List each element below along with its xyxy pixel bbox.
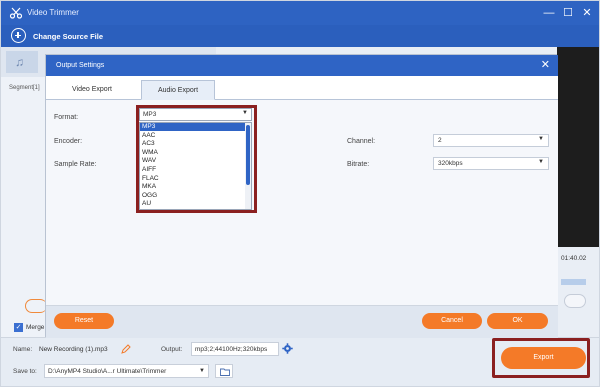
chevron-down-icon: ▼ — [538, 136, 544, 142]
format-option[interactable]: AIFF — [140, 166, 246, 174]
format-select[interactable]: MP3 ▼ — [139, 108, 252, 121]
format-selected-value: MP3 — [143, 111, 157, 118]
tab-audio-export[interactable]: Audio Export — [141, 80, 215, 100]
video-preview — [557, 47, 599, 247]
cancel-button[interactable]: Cancel — [422, 313, 482, 329]
close-icon[interactable]: ✕ — [579, 5, 595, 21]
channel-select[interactable]: 2 ▼ — [433, 134, 549, 147]
scrollbar-thumb[interactable] — [246, 125, 250, 185]
format-dropdown-list: MP3 AAC AC3 WMA WAV AIFF FLAC MKA OGG AU — [139, 122, 252, 210]
window-title: Video Trimmer — [27, 8, 79, 17]
tab-video-export[interactable]: Video Export — [52, 80, 132, 100]
bitrate-value: 320kbps — [438, 160, 463, 167]
format-option[interactable]: AAC — [140, 132, 246, 140]
output-settings-dialog: Output Settings ✕ Video Export Audio Exp… — [45, 54, 558, 338]
format-option[interactable]: AC3 — [140, 140, 246, 148]
export-button[interactable]: Export — [501, 347, 586, 369]
app-window: Video Trimmer — ☐ ✕ Change Source File ♫… — [0, 0, 600, 387]
maximize-icon[interactable]: ☐ — [560, 5, 576, 21]
background-button-left[interactable] — [25, 299, 47, 313]
bitrate-select[interactable]: 320kbps ▼ — [433, 157, 549, 170]
bitrate-label: Bitrate: — [347, 161, 370, 168]
sample-rate-label: Sample Rate: — [54, 161, 97, 168]
add-circle-icon[interactable] — [11, 28, 26, 43]
gear-icon[interactable] — [282, 343, 293, 354]
minimize-icon[interactable]: — — [541, 5, 557, 21]
name-value: New Recording (1).mp3 — [39, 346, 108, 353]
music-note-icon: ♫ — [15, 55, 24, 69]
name-label: Name: — [13, 346, 33, 353]
format-label: Format: — [54, 114, 79, 121]
folder-button[interactable] — [215, 364, 233, 378]
merge-checkbox[interactable]: ✓ — [14, 323, 23, 332]
background-button[interactable] — [564, 294, 586, 308]
reset-button[interactable]: Reset — [54, 313, 114, 329]
format-option[interactable]: MP3 — [140, 123, 246, 132]
dialog-body: Format: Encoder: Sample Rate: Channel: B… — [46, 100, 558, 338]
format-option[interactable]: WAV — [140, 157, 246, 165]
format-option[interactable]: WMA — [140, 149, 246, 157]
chevron-down-icon: ▼ — [538, 159, 544, 165]
change-source-button[interactable]: Change Source File — [33, 32, 103, 41]
format-option[interactable]: FLAC — [140, 175, 246, 183]
toolbar: Change Source File — [1, 25, 599, 47]
timecode: 01:40.02 — [561, 255, 587, 262]
title-bar: Video Trimmer — ☐ ✕ — [1, 1, 599, 25]
output-label: Output: — [161, 346, 183, 353]
segment-label: Segment[1] — [9, 85, 40, 91]
dropdown-scrollbar[interactable] — [245, 123, 251, 209]
channel-value: 2 — [438, 137, 442, 144]
format-option[interactable]: AU — [140, 200, 246, 208]
encoder-label: Encoder: — [54, 138, 83, 145]
ok-button[interactable]: OK — [487, 313, 548, 329]
format-option[interactable]: MKA — [140, 183, 246, 191]
chevron-down-icon: ▼ — [242, 110, 248, 116]
merge-label: Merge — [26, 324, 45, 331]
scissors-icon — [9, 7, 23, 19]
close-icon[interactable]: ✕ — [541, 58, 550, 71]
chevron-down-icon[interactable]: ▼ — [199, 368, 205, 374]
edit-pencil-icon[interactable] — [121, 344, 131, 354]
timeline-bar — [561, 279, 586, 285]
channel-label: Channel: — [347, 138, 376, 145]
dialog-header: Output Settings ✕ — [46, 55, 558, 76]
save-to-label: Save to: — [13, 368, 37, 375]
dialog-title: Output Settings — [56, 62, 105, 69]
output-field: mp3;2;44100Hz;320kbps — [191, 342, 279, 356]
export-tabs: Video Export Audio Export — [46, 76, 558, 100]
save-path-field[interactable]: D:\AnyMP4 Studio\A...r Ultimate\Trimmer — [44, 364, 209, 378]
format-option[interactable]: OGG — [140, 192, 246, 200]
folder-icon — [220, 368, 230, 376]
